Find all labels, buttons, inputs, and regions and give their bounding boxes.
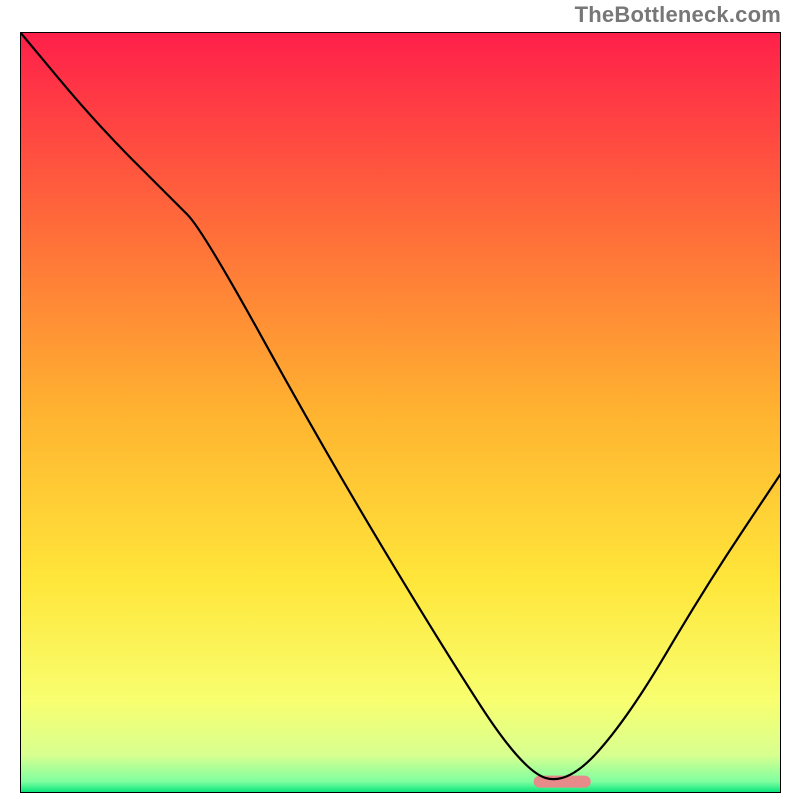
plot-area: TheBottleneck.com: [20, 32, 781, 793]
gradient-background: [20, 32, 781, 793]
watermark-text: TheBottleneck.com: [575, 2, 781, 28]
plot-svg: [20, 32, 781, 793]
chart-stage: TheBottleneck.com: [0, 0, 800, 800]
